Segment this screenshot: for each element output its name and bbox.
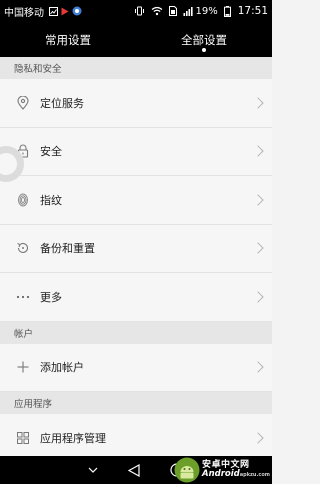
hide-nav-chevron-icon[interactable]	[88, 467, 98, 473]
chevron-right-icon	[252, 291, 264, 303]
battery-icon	[223, 5, 231, 17]
chevron-right-icon	[252, 361, 264, 373]
navigation-bar: 安卓中文网 Androidapkzu.com	[0, 456, 272, 484]
tab-common-settings[interactable]: 常用设置	[0, 22, 136, 57]
settings-item-label: 应用程序管理	[40, 431, 106, 445]
settings-item-location[interactable]: 定位服务	[0, 79, 272, 128]
section-header-accounts: 帐户	[0, 321, 272, 344]
fingerprint-icon	[15, 192, 31, 208]
android-logo-icon	[174, 457, 200, 483]
status-bar: 中国移动 19% 17:51	[0, 0, 272, 22]
vibrate-icon	[134, 6, 145, 16]
settings-item-security[interactable]: 安全	[0, 127, 272, 176]
backup-restore-icon	[15, 240, 31, 256]
chevron-right-icon	[252, 194, 264, 206]
sim-icon	[168, 6, 177, 16]
settings-item-more[interactable]: 更多	[0, 273, 272, 322]
chevron-right-icon	[252, 145, 264, 157]
section-header-apps: 应用程序	[0, 392, 272, 414]
settings-item-label: 备份和重置	[40, 242, 95, 256]
settings-item-label: 定位服务	[40, 96, 84, 110]
plus-icon	[15, 359, 31, 375]
app-notification-icon	[72, 6, 82, 16]
tab-selected-indicator	[202, 48, 206, 52]
settings-item-label: 安全	[40, 145, 62, 159]
carrier-name: 中国移动	[4, 7, 44, 19]
tab-label: 全部设置	[181, 32, 227, 47]
apps-grid-icon	[15, 430, 31, 446]
settings-item-backup-reset[interactable]: 备份和重置	[0, 224, 272, 273]
settings-item-label: 指纹	[40, 193, 62, 207]
chevron-right-icon	[252, 242, 264, 254]
chevron-right-icon	[252, 432, 264, 444]
settings-tab-bar: 常用设置 全部设置	[0, 22, 272, 57]
more-dots-icon	[15, 289, 31, 305]
settings-item-label: 更多	[40, 290, 62, 304]
tab-all-settings[interactable]: 全部设置	[136, 22, 272, 57]
signal-icon	[183, 6, 193, 16]
tab-label: 常用设置	[45, 32, 91, 47]
settings-item-app-management[interactable]: 应用程序管理	[0, 414, 272, 456]
settings-list[interactable]: 隐私和安全 定位服务 安全 指纹 备份和重置 更多 帐户 添加帐户 应用程序 应…	[0, 57, 272, 456]
battery-percent: 19%	[195, 5, 218, 17]
chevron-right-icon	[252, 97, 264, 109]
site-watermark: 安卓中文网 Androidapkzu.com	[174, 457, 270, 483]
settings-item-label: 添加帐户	[40, 361, 84, 375]
settings-item-fingerprint[interactable]: 指纹	[0, 176, 272, 225]
section-header-privacy: 隐私和安全	[0, 57, 272, 79]
clock: 17:51	[237, 5, 268, 17]
wifi-icon	[151, 6, 163, 16]
watermark-domain: apkzu.com	[239, 472, 270, 479]
settings-item-add-account[interactable]: 添加帐户	[0, 343, 272, 392]
watermark-en: Android	[201, 469, 240, 480]
image-notification-icon	[49, 6, 58, 16]
back-button[interactable]	[128, 463, 140, 477]
play-store-notification-icon	[61, 7, 69, 16]
location-pin-icon	[15, 95, 31, 111]
